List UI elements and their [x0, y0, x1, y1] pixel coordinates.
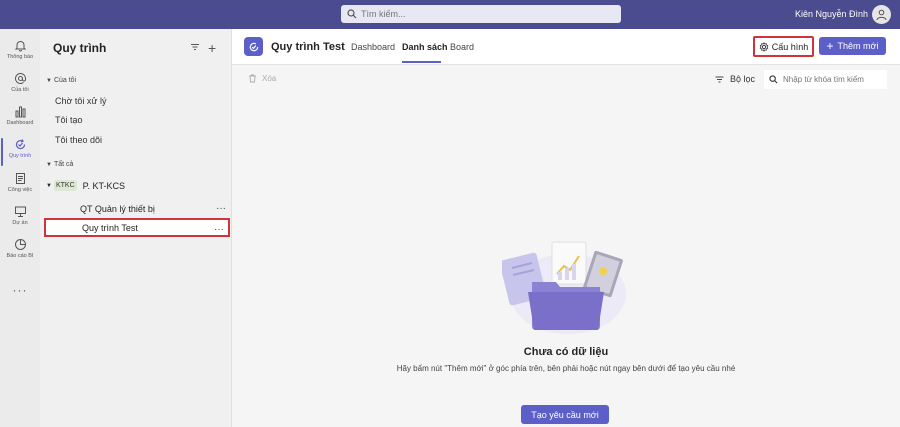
group-label: P. KT-KCS: [82, 180, 125, 191]
tree-item-label: Quy trình Test: [82, 222, 138, 233]
list-toolbar: Xóa Bộ lọc: [232, 65, 900, 93]
more-options-icon[interactable]: ···: [214, 224, 224, 235]
create-request-button[interactable]: Tạo yêu cầu mới: [521, 405, 609, 424]
top-bar: Kiên Nguyễn Đình: [0, 0, 900, 29]
active-tab-indicator: [402, 61, 441, 63]
add-new-button[interactable]: + Thêm mới: [819, 37, 886, 55]
tree-group-kt-kcs[interactable]: ▼ KTKC P. KT-KCS: [46, 180, 125, 191]
rail-item-tasks[interactable]: Công việc: [0, 172, 40, 204]
sidebar-item-waiting[interactable]: Chờ tôi xử lý: [55, 96, 106, 106]
rail-item-projects[interactable]: Dự án: [0, 205, 40, 237]
tab-dashboard[interactable]: Dashboard: [351, 42, 395, 52]
caret-down-icon: ▼: [46, 182, 52, 189]
search-icon: [769, 75, 778, 84]
rail-item-dashboard[interactable]: Dashboard: [0, 105, 40, 137]
sidebar-item-created[interactable]: Tôi tạo: [55, 115, 83, 125]
tree-item-test-process[interactable]: Quy trình Test ···: [44, 218, 230, 237]
search-input[interactable]: [361, 9, 611, 19]
rail-label: Công việc: [7, 187, 33, 193]
tree-item-device-management[interactable]: QT Quản lý thiết bị ···: [44, 199, 230, 218]
bell-icon: [14, 41, 26, 52]
empty-state-title: Chưa có dữ liệu: [523, 346, 609, 358]
rail-item-mine[interactable]: Của tôi: [0, 72, 40, 104]
filter-label: Bộ lọc: [730, 74, 756, 84]
filter-icon[interactable]: [190, 42, 200, 52]
user-name: Kiên Nguyễn Đình: [794, 9, 868, 19]
user-icon: [876, 9, 887, 21]
filter-icon: [715, 76, 724, 82]
rail-label: Báo cáo BI: [6, 253, 34, 259]
group-badge: KTKC: [53, 180, 77, 191]
project-icon: [14, 206, 26, 217]
process-icon: [15, 139, 25, 150]
empty-state-description: Hãy bấm nút "Thêm mới" ở góc phía trên, …: [396, 364, 736, 373]
sidebar-title: Quy trình: [53, 41, 107, 55]
report-icon: [14, 239, 26, 250]
tree-item-label: QT Quản lý thiết bị: [80, 203, 155, 214]
rail-label: Của tôi: [11, 87, 29, 93]
global-search[interactable]: [341, 5, 621, 23]
more-options-icon[interactable]: ···: [216, 203, 226, 214]
delete-label: Xóa: [262, 74, 277, 83]
rail-item-process[interactable]: Quy trình: [0, 138, 40, 170]
rail-label: Quy trình: [8, 153, 32, 159]
config-label: Cấu hình: [771, 41, 809, 52]
rail-item-notifications[interactable]: Thông báo: [0, 39, 40, 71]
task-icon: [15, 173, 25, 184]
caret-down-icon: ▼: [46, 78, 52, 84]
rail-label: Thông báo: [6, 54, 34, 60]
section-all[interactable]: ▼ Tất cả: [46, 161, 73, 168]
rail-label: Dự án: [12, 220, 28, 226]
page-header: Quy trình Test Dashboard Danh sách Board…: [232, 29, 900, 65]
section-mine[interactable]: ▼ Của tôi: [46, 77, 76, 84]
main-content: Quy trình Test Dashboard Danh sách Board…: [232, 29, 900, 427]
process-icon: [244, 37, 263, 56]
plus-icon: +: [826, 38, 834, 53]
avatar[interactable]: [872, 5, 891, 24]
rail-item-bi-report[interactable]: Báo cáo BI: [0, 238, 40, 270]
add-label: Thêm mới: [837, 41, 879, 51]
tab-board[interactable]: Board: [450, 42, 474, 52]
empty-folder-illustration: [502, 241, 626, 334]
filter-button[interactable]: Bộ lọc: [715, 74, 755, 84]
delete-button[interactable]: Xóa: [248, 74, 276, 83]
trash-icon: [249, 74, 256, 83]
app-rail: Thông báo Của tôi Dashboard Quy trình Cô…: [0, 29, 40, 427]
process-sidebar: Quy trình + ▼ Của tôi Chờ tôi xử lý Tôi t…: [40, 29, 232, 427]
chart-icon: [15, 106, 25, 118]
caret-down-icon: ▼: [46, 162, 52, 168]
add-process-icon[interactable]: +: [208, 40, 216, 56]
page-title: Quy trình Test: [271, 41, 345, 53]
rail-label: Dashboard: [6, 120, 34, 126]
gear-icon: [759, 41, 769, 52]
sidebar-item-following[interactable]: Tôi theo dõi: [55, 135, 102, 145]
keyword-search[interactable]: [764, 70, 887, 89]
search-icon: [347, 9, 357, 19]
tab-list[interactable]: Danh sách: [402, 42, 448, 52]
at-icon: [14, 73, 26, 84]
config-button[interactable]: Cấu hình: [753, 36, 814, 57]
rail-more-icon[interactable]: ···: [0, 283, 40, 297]
keyword-input[interactable]: [783, 75, 883, 84]
